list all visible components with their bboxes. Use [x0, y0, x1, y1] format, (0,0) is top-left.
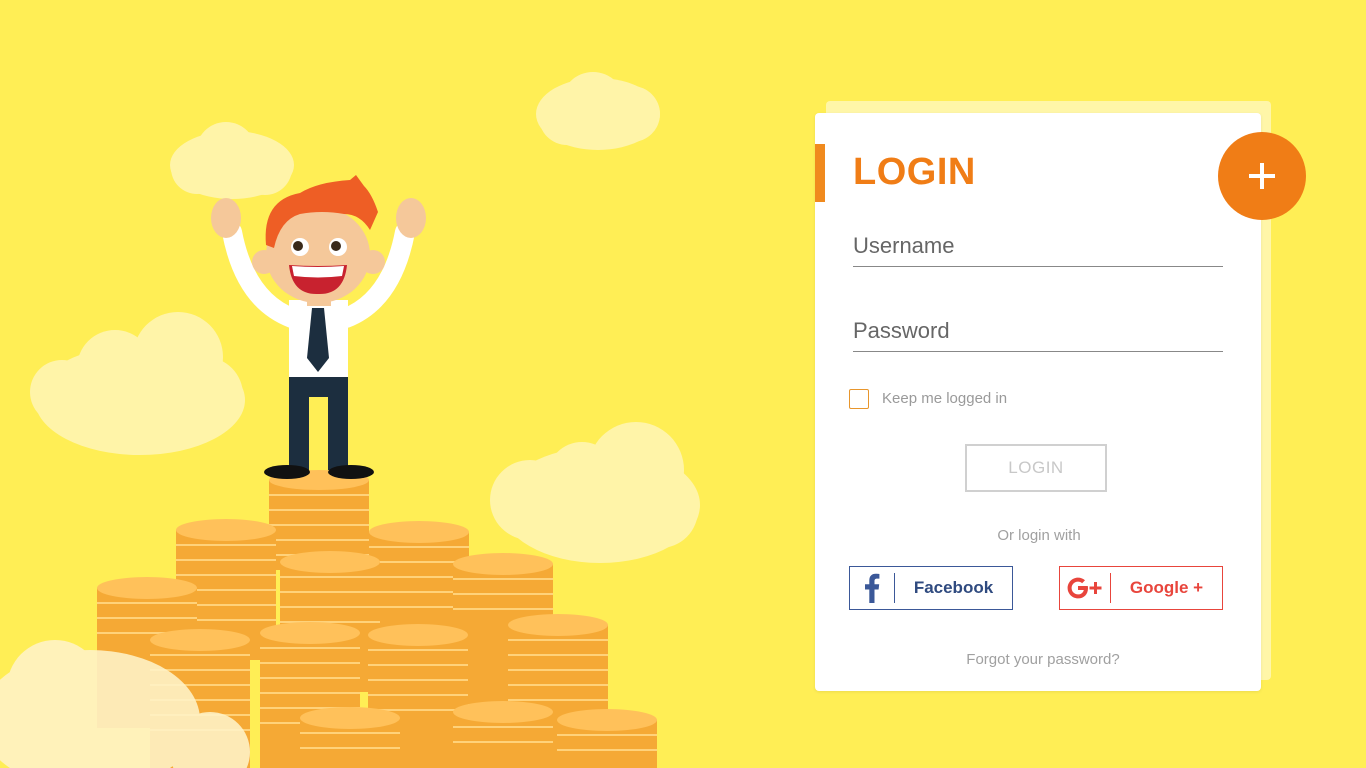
username-input[interactable]: [853, 226, 1223, 267]
google-plus-label: Google +: [1129, 578, 1204, 597]
cloud: [490, 422, 700, 563]
or-login-with-text: Or login with: [997, 527, 1081, 544]
facebook-icon: [850, 573, 895, 603]
facebook-label: Facebook: [913, 578, 994, 597]
login-button[interactable]: LOGIN: [965, 444, 1107, 492]
login-card: LOGIN Keep me logged in LOGIN Or login w…: [815, 113, 1306, 691]
forgot-password-link[interactable]: Forgot your password?: [815, 651, 1266, 668]
keep-logged-in-checkbox[interactable]: [849, 389, 869, 409]
facebook-login-button[interactable]: Facebook: [849, 566, 1013, 610]
password-input[interactable]: [853, 311, 1223, 352]
cloud: [30, 312, 245, 455]
keep-logged-in-label: Keep me logged in: [882, 390, 1008, 407]
login-title: LOGIN: [853, 151, 976, 193]
add-button[interactable]: [1218, 132, 1306, 220]
cloud: [536, 72, 660, 150]
google-plus-login-button[interactable]: Google +: [1059, 566, 1223, 610]
plus-icon: [1249, 163, 1275, 189]
title-accent-bar: [815, 144, 825, 202]
businessman-character: [211, 175, 426, 479]
cloud: [170, 122, 294, 199]
google-plus-icon: [1060, 573, 1111, 603]
